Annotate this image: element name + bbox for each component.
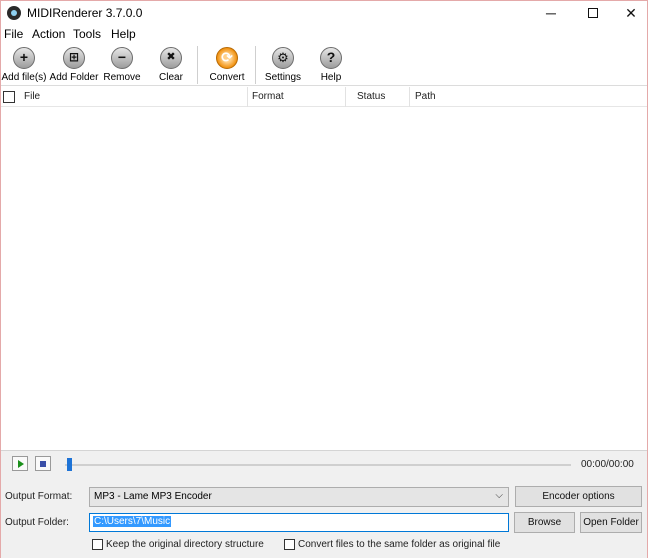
player-bar: 00:00/00:00: [1, 451, 647, 477]
column-divider[interactable]: [409, 87, 410, 107]
menu-tools[interactable]: Tools: [73, 27, 101, 41]
output-options-panel: Output Format: MP3 - Lame MP3 Encoder ⌵ …: [1, 477, 647, 558]
clear-label: Clear: [159, 72, 183, 83]
minus-icon: −: [111, 47, 133, 69]
title-bar: MIDIRenderer 3.7.0.0 ─ ✕: [1, 1, 647, 25]
window-title: MIDIRenderer 3.7.0.0: [27, 6, 143, 20]
column-divider[interactable]: [247, 87, 248, 107]
stop-button[interactable]: [35, 456, 51, 471]
select-all-checkbox[interactable]: [3, 91, 15, 103]
column-format[interactable]: Format: [252, 91, 284, 102]
toolbar: + Add file(s) ⊞ Add Folder − Remove ✖ Cl…: [1, 44, 647, 86]
file-list[interactable]: [1, 108, 647, 451]
convert-icon: ⟳: [216, 47, 238, 69]
toolbar-separator: [255, 46, 256, 84]
clear-x-icon: ✖: [160, 47, 182, 69]
add-folder-label: Add Folder: [49, 72, 99, 83]
clear-button[interactable]: ✖ Clear: [153, 44, 189, 86]
settings-label: Settings: [264, 72, 302, 83]
output-folder-value: C:\Users\7\Music: [93, 516, 172, 527]
settings-button[interactable]: ⚙ Settings: [263, 44, 303, 86]
column-status[interactable]: Status: [357, 91, 385, 102]
seek-thumb[interactable]: [67, 458, 72, 471]
browse-button[interactable]: Browse: [514, 512, 575, 533]
output-format-value: MP3 - Lame MP3 Encoder: [94, 491, 212, 502]
add-folder-button[interactable]: ⊞ Add Folder: [49, 44, 99, 86]
file-list-header: File Format Status Path: [1, 87, 647, 107]
playback-time: 00:00/00:00: [581, 459, 634, 470]
toolbar-separator: [197, 46, 198, 84]
column-divider[interactable]: [345, 87, 346, 107]
app-window: MIDIRenderer 3.7.0.0 ─ ✕ File Action Too…: [0, 0, 648, 558]
plus-icon: +: [13, 47, 35, 69]
help-button[interactable]: ? Help: [313, 44, 349, 86]
play-button[interactable]: [12, 456, 28, 471]
add-files-button[interactable]: + Add file(s): [1, 44, 47, 86]
keep-structure-checkbox[interactable]: [92, 539, 103, 550]
column-file[interactable]: File: [24, 91, 40, 102]
maximize-button[interactable]: [575, 1, 611, 25]
convert-label: Convert: [209, 72, 245, 83]
maximize-icon: [588, 8, 598, 18]
output-folder-input[interactable]: C:\Users\7\Music: [89, 513, 509, 532]
add-files-label: Add file(s): [1, 72, 47, 83]
folder-add-icon: ⊞: [63, 47, 85, 69]
open-folder-button[interactable]: Open Folder: [580, 512, 642, 533]
close-button[interactable]: ✕: [613, 1, 648, 25]
menu-file[interactable]: File: [4, 27, 23, 41]
minimize-button[interactable]: ─: [533, 1, 569, 25]
chevron-down-icon: ⌵: [495, 490, 503, 501]
column-path[interactable]: Path: [415, 91, 436, 102]
same-folder-label: Convert files to the same folder as orig…: [298, 539, 501, 550]
gear-icon: ⚙: [272, 47, 294, 69]
menu-action[interactable]: Action: [32, 27, 65, 41]
encoder-options-button[interactable]: Encoder options: [515, 486, 642, 507]
convert-button[interactable]: ⟳ Convert: [205, 44, 249, 86]
output-folder-label: Output Folder:: [5, 517, 69, 528]
menu-bar: File Action Tools Help: [1, 25, 647, 43]
output-format-label: Output Format:: [5, 491, 73, 502]
seek-slider[interactable]: [65, 464, 571, 466]
menu-help[interactable]: Help: [111, 27, 136, 41]
keep-structure-label: Keep the original directory structure: [106, 539, 264, 550]
help-label: Help: [320, 72, 342, 83]
remove-label: Remove: [103, 72, 141, 83]
same-folder-checkbox[interactable]: [284, 539, 295, 550]
app-logo-icon: [7, 6, 21, 20]
remove-button[interactable]: − Remove: [101, 44, 143, 86]
help-icon: ?: [320, 47, 342, 69]
output-format-select[interactable]: MP3 - Lame MP3 Encoder ⌵: [89, 487, 509, 507]
